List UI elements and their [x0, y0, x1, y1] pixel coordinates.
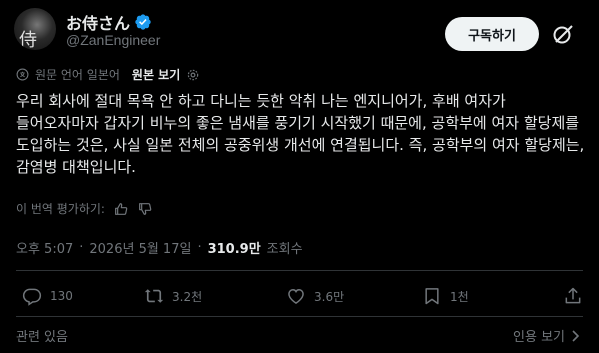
- share-button[interactable]: [563, 286, 583, 306]
- avatar-glyph: 侍: [19, 30, 37, 50]
- display-name[interactable]: お侍さん: [66, 10, 130, 34]
- post-header: 侍 お侍さん @ZanEngineer 구독하기: [14, 8, 585, 54]
- share-icon: [565, 287, 581, 304]
- gear-icon[interactable]: [186, 68, 200, 82]
- reply-count: 130: [50, 289, 73, 303]
- repost-icon: [144, 289, 164, 303]
- translate-icon: [16, 68, 29, 81]
- post-body-text: 우리 회사에 절대 목욕 안 하고 다니는 듯한 악취 나는 엔지니어가, 후배…: [16, 92, 585, 176]
- repost-count: 3.2천: [172, 289, 203, 304]
- views-label: 조회수: [266, 242, 303, 257]
- show-original-link[interactable]: 원본 보기: [132, 66, 180, 83]
- reply-icon: [22, 288, 42, 306]
- repost-button[interactable]: 3.2천: [144, 286, 202, 306]
- rate-translation-row: 이 번역 평가하기:: [16, 200, 153, 217]
- heart-icon: [288, 288, 304, 304]
- like-count: 3.6만: [314, 289, 345, 304]
- post-time[interactable]: 오후 5:07: [16, 238, 73, 257]
- post-date[interactable]: 2026년 5월 17일: [89, 238, 191, 257]
- original-language-label: 원문 언어 일본어: [35, 68, 120, 82]
- bookmark-button[interactable]: 1천: [422, 286, 469, 306]
- chevron-right-icon: [572, 329, 580, 342]
- divider: [16, 270, 583, 271]
- post-meta: 오후 5:07 · 2026년 5월 17일 · 310.9만 조회수: [16, 238, 303, 257]
- thumbs-up-icon[interactable]: [113, 201, 129, 217]
- bookmark-icon: [425, 288, 439, 305]
- subscribe-button[interactable]: 구독하기: [445, 17, 539, 51]
- reply-button[interactable]: 130: [22, 286, 73, 306]
- view-quotes-label: 인용 보기: [513, 330, 565, 345]
- translation-notice: 원문 언어 일본어 원본 보기: [16, 66, 200, 83]
- name-row: お侍さん: [66, 10, 152, 34]
- like-button[interactable]: 3.6만: [286, 286, 344, 306]
- divider: [16, 316, 583, 317]
- verified-badge-icon[interactable]: [134, 13, 152, 31]
- handle[interactable]: @ZanEngineer: [66, 32, 160, 48]
- action-bar: 130 3.2천 3.6만 1천: [16, 286, 583, 306]
- meta-separator: ·: [197, 240, 202, 255]
- rate-translation-label: 이 번역 평가하기:: [16, 202, 105, 216]
- thumbs-down-icon[interactable]: [137, 201, 153, 217]
- views-count: 310.9만: [207, 242, 261, 257]
- grok-icon[interactable]: [551, 22, 575, 46]
- meta-separator: ·: [79, 240, 84, 255]
- bookmark-count: 1천: [450, 289, 469, 304]
- related-link[interactable]: 관련 있음: [16, 326, 68, 345]
- avatar[interactable]: 侍: [14, 8, 56, 50]
- view-quotes-link[interactable]: 인용 보기: [513, 326, 581, 345]
